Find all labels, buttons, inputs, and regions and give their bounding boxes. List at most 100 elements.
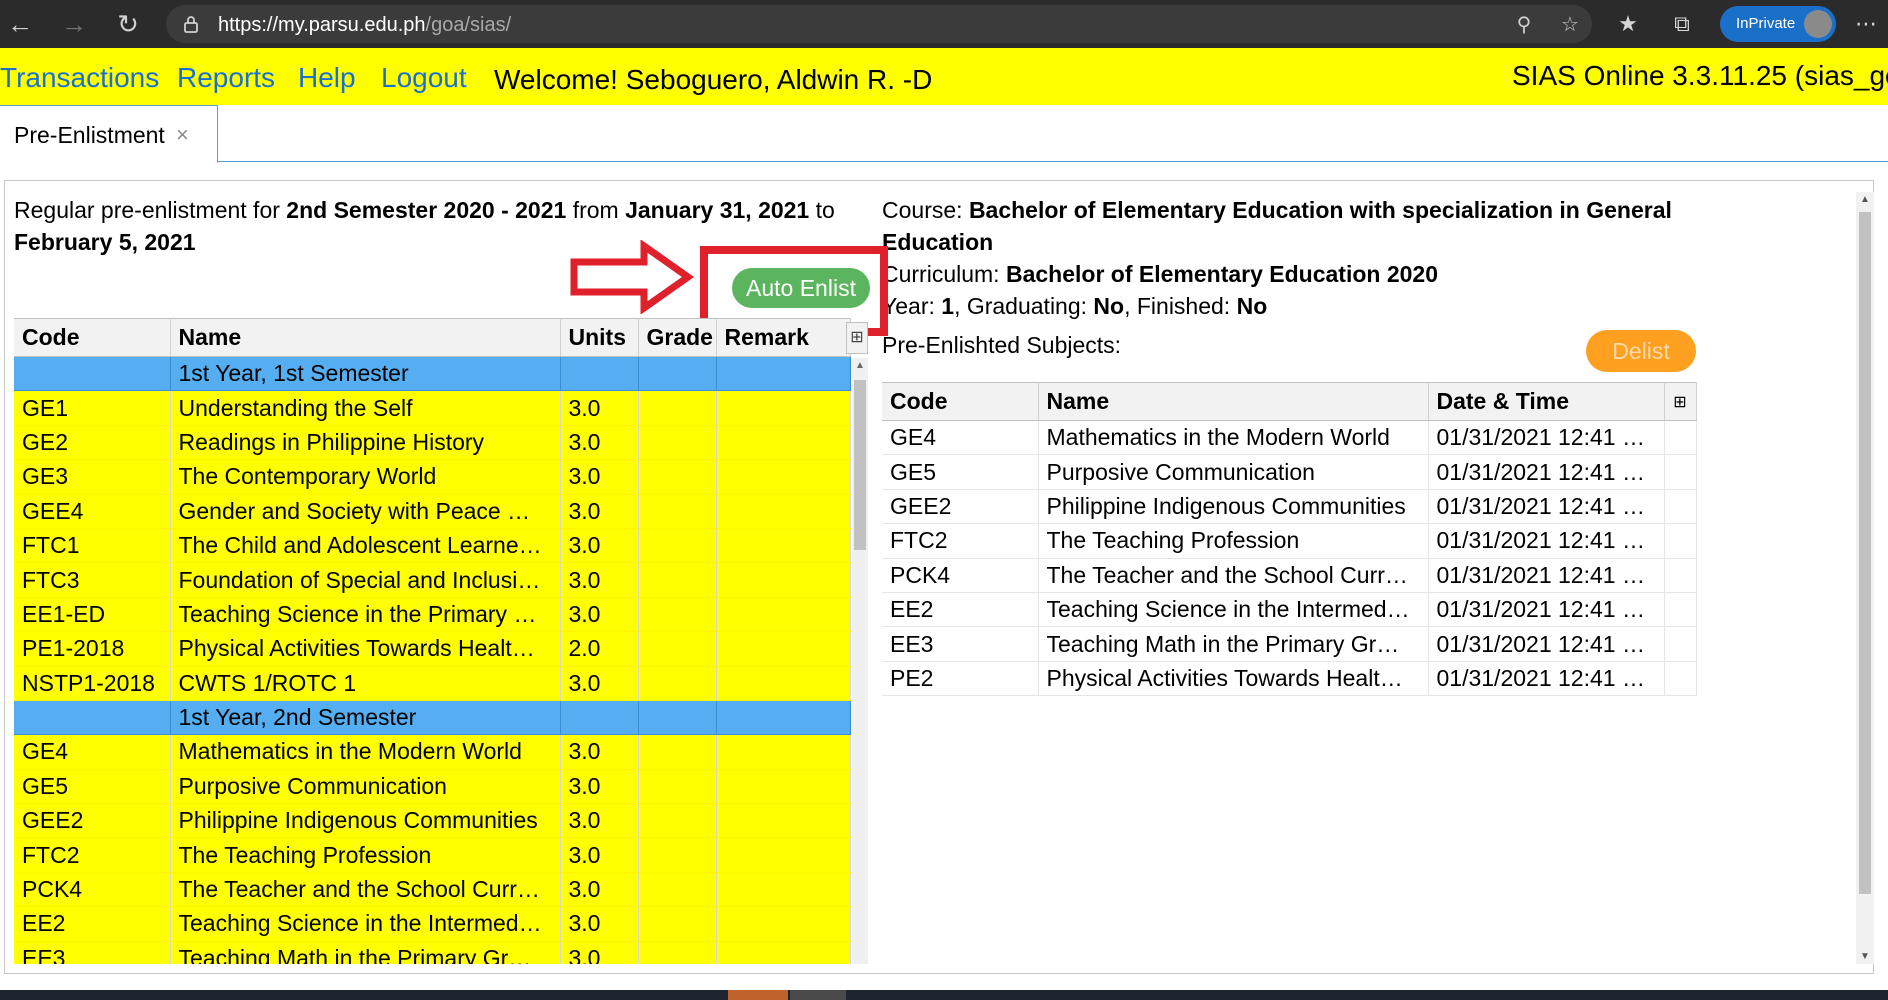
cell-date-time: 01/31/2021 12:41 … — [1428, 420, 1665, 456]
cell-empty — [1664, 489, 1697, 525]
table-row[interactable]: FTC3 Foundation of Special and Inclusi… 3.… — [14, 562, 851, 598]
browser-toolbar: ← → ↻ https://my.parsu.edu.ph/goa/sias/ … — [0, 0, 1888, 48]
header-code[interactable]: Code — [14, 318, 171, 357]
cell-name: Teaching Math in the Primary Gr… — [1038, 626, 1429, 662]
favorites-icon[interactable]: ★ — [1614, 10, 1642, 38]
header-name[interactable]: Name — [1038, 382, 1429, 421]
curriculum-scrollbar[interactable]: ▲ — [852, 358, 868, 964]
forward-icon[interactable]: → — [58, 8, 90, 40]
scroll-thumb[interactable] — [854, 380, 866, 550]
auto-enlist-button[interactable]: Auto Enlist — [732, 268, 870, 308]
scroll-up-icon[interactable]: ▲ — [1860, 194, 1870, 205]
column-chooser-icon[interactable]: ⊞ — [1664, 382, 1697, 421]
tab-pre-enlistment[interactable]: Pre-Enlistment × — [0, 105, 218, 163]
table-row[interactable]: PE2 Physical Activities Towards Healt… 01/… — [882, 661, 1697, 697]
inprivate-badge[interactable]: InPrivate — [1720, 6, 1836, 42]
end-date: February 5, 2021 — [14, 229, 196, 255]
table-row[interactable]: GE4 Mathematics in the Modern World 3.0 — [14, 734, 851, 770]
semester-header-row[interactable]: 1st Year, 2nd Semester — [14, 700, 851, 736]
cell-remark — [716, 597, 851, 633]
zoom-icon[interactable]: ⚲ — [1512, 13, 1536, 37]
table-row[interactable]: EE1-ED Teaching Science in the Primary … 3… — [14, 597, 851, 633]
course-info: Course: Bachelor of Elementary Education… — [882, 194, 1722, 322]
table-row[interactable]: PE1-2018 Physical Activities Towards Heal… — [14, 631, 851, 667]
table-row[interactable]: EE2 Teaching Science in the Intermed… 01/3… — [882, 592, 1697, 628]
pre-enlisted-table-body: GE4 Mathematics in the Modern World 01/31/… — [882, 420, 1697, 697]
cell-remark — [716, 562, 851, 598]
cell-grade — [638, 528, 717, 564]
cell-date-time: 01/31/2021 12:41 … — [1428, 661, 1665, 697]
add-favorite-icon[interactable]: ☆ — [1558, 13, 1582, 37]
curriculum-table-body: 1st Year, 1st Semester GE1 Understanding t… — [14, 356, 851, 964]
finished-value: No — [1236, 293, 1268, 319]
table-row[interactable]: GE3 The Contemporary World 3.0 — [14, 459, 851, 495]
header-date-time[interactable]: Date & Time — [1428, 382, 1665, 421]
more-menu-icon[interactable]: ⋯ — [1852, 10, 1880, 38]
cell-name: The Teaching Profession — [170, 837, 561, 873]
table-row[interactable]: FTC2 The Teaching Profession 3.0 — [14, 837, 851, 873]
scroll-down-icon[interactable]: ▼ — [1860, 951, 1870, 962]
table-header-row: Code Name Units Grade Remark — [14, 318, 851, 357]
cell-grade — [638, 666, 717, 701]
year-label: Year: — [882, 293, 942, 319]
cell-units — [560, 700, 639, 736]
refresh-icon[interactable]: ↻ — [112, 8, 144, 40]
taskbar-app-icon[interactable] — [728, 990, 788, 1000]
taskbar-app-icon[interactable] — [790, 990, 846, 1000]
menu-transactions[interactable]: Transactions — [0, 62, 159, 94]
semester-header-row[interactable]: 1st Year, 1st Semester — [14, 356, 851, 392]
table-row[interactable]: FTC2 The Teaching Profession 01/31/2021 12… — [882, 523, 1697, 559]
table-row[interactable]: EE2 Teaching Science in the Intermed… 3.0 — [14, 906, 851, 942]
cell-name: Purposive Communication — [170, 769, 561, 805]
table-row[interactable]: GEE2 Philippine Indigenous Communities 01/… — [882, 489, 1697, 525]
cell-remark — [716, 769, 851, 805]
table-row[interactable]: GE2 Readings in Philippine History 3.0 — [14, 425, 851, 461]
course-name: Bachelor of Elementary Education with sp… — [882, 197, 1672, 255]
cell-date-time: 01/31/2021 12:41 … — [1428, 523, 1665, 559]
header-name[interactable]: Name — [170, 318, 561, 357]
curriculum-table: Code Name Units Grade Remark 1st Year, 1… — [14, 318, 851, 964]
cell-name: The Child and Adolescent Learne… — [170, 528, 561, 564]
table-row[interactable]: EE3 Teaching Math in the Primary Gr… 01/31… — [882, 626, 1697, 662]
table-row[interactable]: FTC1 The Child and Adolescent Learne… 3.0 — [14, 528, 851, 564]
menu-reports[interactable]: Reports — [177, 62, 275, 94]
cell-grade — [638, 734, 717, 770]
os-taskbar — [0, 990, 1888, 1000]
cell-code: FTC1 — [14, 528, 171, 564]
header-grade[interactable]: Grade — [638, 318, 717, 357]
menu-help[interactable]: Help — [298, 62, 356, 94]
cell-units: 3.0 — [560, 803, 639, 839]
cell-remark — [716, 837, 851, 873]
cell-code: GEE2 — [882, 489, 1039, 525]
header-remark[interactable]: Remark — [716, 318, 851, 357]
url-host: https://my.parsu.edu.ph — [218, 14, 426, 36]
menu-logout[interactable]: Logout — [381, 62, 467, 94]
graduating-value: No — [1093, 293, 1125, 319]
table-row[interactable]: GE5 Purposive Communication 3.0 — [14, 769, 851, 805]
table-row[interactable]: GEE4 Gender and Society with Peace … 3.0 — [14, 494, 851, 529]
table-row[interactable]: PCK4 The Teacher and the School Curr… 3.0 — [14, 872, 851, 908]
address-bar[interactable]: https://my.parsu.edu.ph/goa/sias/ ⚲ ☆ — [166, 5, 1592, 43]
back-icon[interactable]: ← — [4, 8, 36, 40]
scroll-up-icon[interactable]: ▲ — [855, 360, 865, 371]
header-code[interactable]: Code — [882, 382, 1039, 421]
column-chooser-icon[interactable]: ⊞ — [846, 322, 868, 354]
table-row[interactable]: GE1 Understanding the Self 3.0 — [14, 390, 851, 426]
year-value: 1 — [941, 293, 955, 319]
scroll-thumb[interactable] — [1859, 212, 1871, 894]
tab-strip: Pre-Enlistment × — [0, 105, 1888, 163]
table-row[interactable]: EE3 Teaching Math in the Primary Gr… 3.0 — [14, 941, 851, 964]
cell-empty — [1664, 661, 1697, 697]
table-row[interactable]: GE5 Purposive Communication 01/31/2021 12:… — [882, 454, 1697, 490]
cell-date-time: 01/31/2021 12:41 … — [1428, 592, 1665, 628]
close-tab-icon[interactable]: × — [176, 122, 189, 148]
collections-icon[interactable]: ⧉ — [1668, 10, 1696, 38]
header-units[interactable]: Units — [560, 318, 639, 357]
finished-label: , Finished: — [1124, 293, 1237, 319]
page-scrollbar[interactable]: ▲ ▼ — [1856, 192, 1874, 964]
table-row[interactable]: PCK4 The Teacher and the School Curr… 01/3… — [882, 558, 1697, 593]
table-row[interactable]: GE4 Mathematics in the Modern World 01/31/… — [882, 420, 1697, 456]
table-row[interactable]: GEE2 Philippine Indigenous Communities 3.0 — [14, 803, 851, 839]
delist-button[interactable]: Delist — [1586, 330, 1696, 372]
table-row[interactable]: NSTP1-2018 CWTS 1/ROTC 1 3.0 — [14, 666, 851, 701]
